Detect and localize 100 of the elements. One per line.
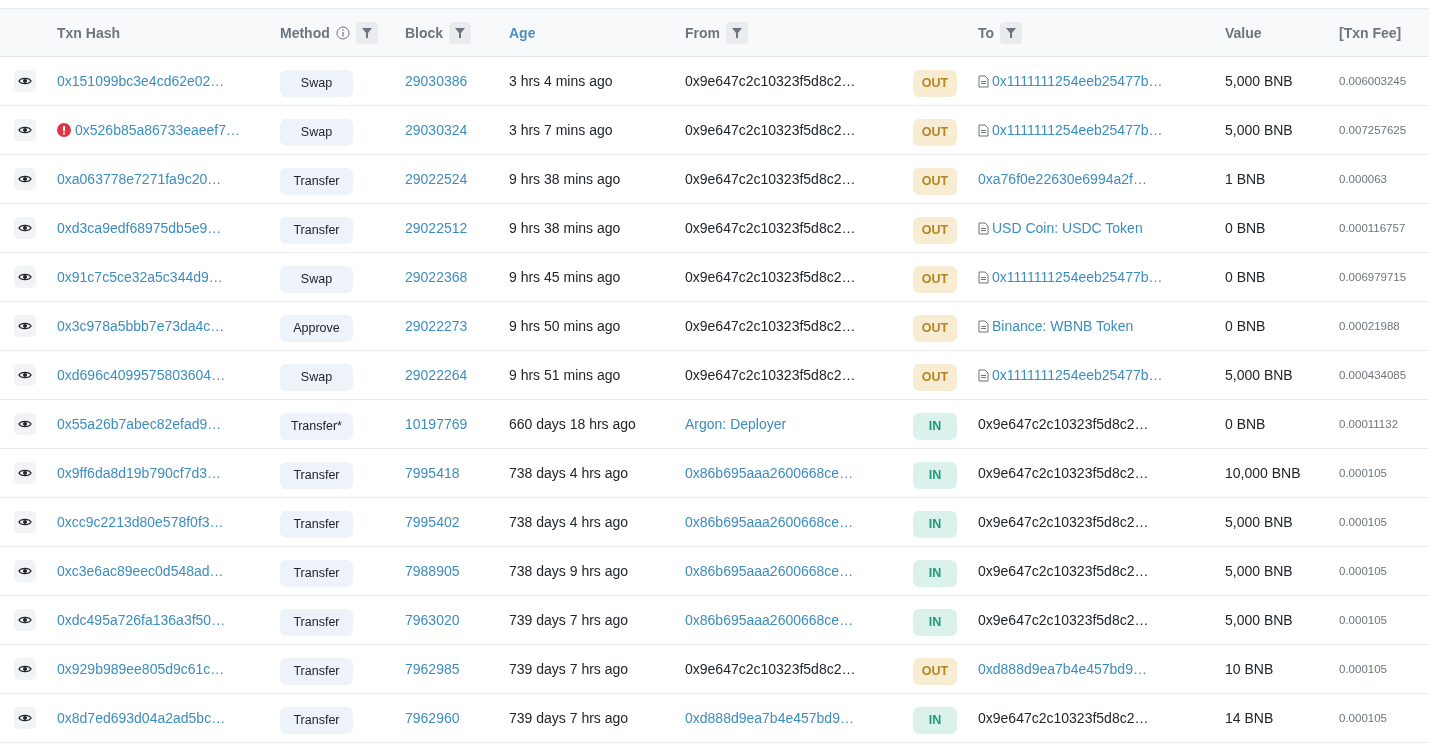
- block-link[interactable]: 29022264: [405, 367, 509, 383]
- eye-icon: [18, 272, 32, 282]
- view-button[interactable]: [14, 217, 36, 239]
- transaction-hash-link[interactable]: 0x8d7ed693d04a2ad5bc…: [57, 710, 226, 726]
- direction-badge: OUT: [913, 167, 957, 195]
- from-address-text: 0x9e647c2c10323f5d8c2…: [685, 220, 857, 236]
- method-badge: Transfer: [280, 510, 353, 538]
- value-text: 0 BNB: [1225, 416, 1267, 432]
- from-address-link[interactable]: 0x86b695aaa2600668ce…: [685, 612, 913, 628]
- fee-text: 0.000116757: [1339, 222, 1407, 234]
- from-address-link[interactable]: 0x86b695aaa2600668ce…: [685, 514, 913, 530]
- filter-button[interactable]: [1000, 21, 1023, 44]
- block-link[interactable]: 29030386: [405, 73, 509, 89]
- from-address-link[interactable]: 0x86b695aaa2600668ce…: [685, 465, 913, 481]
- fee-text: 0.000434085: [1339, 369, 1408, 381]
- fee-text: 0.00021988: [1339, 320, 1401, 332]
- direction-badge: IN: [913, 608, 957, 636]
- block-link[interactable]: 7995402: [405, 514, 509, 530]
- block-link[interactable]: 29030324: [405, 122, 509, 138]
- column-header: Block: [405, 24, 444, 41]
- view-button[interactable]: [14, 511, 36, 533]
- view-button[interactable]: [14, 413, 36, 435]
- transaction-hash-link[interactable]: 0xd696c4099575803604…: [57, 367, 226, 383]
- eye-icon: [18, 125, 32, 135]
- block-link[interactable]: 7988905: [405, 563, 509, 579]
- from-address-link[interactable]: Argon: Deployer: [685, 416, 913, 432]
- block-link[interactable]: 7962985: [405, 661, 509, 677]
- value-text: 5,000 BNB: [1225, 367, 1294, 383]
- to-address-link[interactable]: 0x1111111254eeb25477b…: [992, 122, 1163, 138]
- to-address-link[interactable]: 0x1111111254eeb25477b…: [992, 269, 1163, 285]
- fee-text: 0.000105: [1339, 712, 1388, 724]
- from-address-link[interactable]: 0xd888d9ea7b4e457bd9…: [685, 710, 913, 726]
- to-address-link[interactable]: 0xa76f0e22630e6994a2f…: [978, 171, 1147, 187]
- transaction-hash-link[interactable]: 0x526b85a86733eaeef7…: [75, 122, 241, 138]
- to-address-link[interactable]: 0x1111111254eeb25477b…: [992, 367, 1163, 383]
- from-address-text: 0x9e647c2c10323f5d8c2…: [685, 318, 857, 334]
- column-header: From: [685, 24, 720, 41]
- transaction-hash-link[interactable]: 0xcc9c2213d80e578f0f3…: [57, 514, 224, 530]
- transaction-hash-link[interactable]: 0x55a26b7abec82efad9…: [57, 416, 222, 432]
- block-link[interactable]: 29022273: [405, 318, 509, 334]
- view-button[interactable]: [14, 658, 36, 680]
- block-link[interactable]: 7963020: [405, 612, 509, 628]
- view-button[interactable]: [14, 168, 36, 190]
- view-button[interactable]: [14, 364, 36, 386]
- filter-button[interactable]: [726, 21, 748, 44]
- column-header[interactable]: Age: [509, 24, 536, 41]
- transaction-hash-link[interactable]: 0xdc495a726fa136a3f50…: [57, 612, 226, 628]
- view-button[interactable]: [14, 119, 36, 141]
- method-badge: Swap: [280, 363, 353, 391]
- filter-button[interactable]: [449, 21, 472, 44]
- method-badge: Transfer: [280, 461, 353, 489]
- age-text: 3 hrs 4 mins ago: [509, 73, 614, 89]
- age-text: 738 days 4 hrs ago: [509, 465, 630, 481]
- transaction-hash-link[interactable]: 0xd3ca9edf68975db5e9…: [57, 220, 222, 236]
- view-button[interactable]: [14, 707, 36, 729]
- to-address-link[interactable]: USD Coin: USDC Token: [992, 220, 1143, 236]
- view-button[interactable]: [14, 462, 36, 484]
- block-link[interactable]: 7962960: [405, 710, 509, 726]
- transaction-hash-link[interactable]: 0x91c7c5ce32a5c344d9…: [57, 269, 223, 285]
- direction-badge: IN: [913, 706, 957, 734]
- to-address-text: 0x9e647c2c10323f5d8c2…: [978, 710, 1149, 726]
- from-address-link[interactable]: 0x86b695aaa2600668ce…: [685, 563, 913, 579]
- transaction-hash-link[interactable]: 0x929b989ee805d9c61c…: [57, 661, 225, 677]
- view-button[interactable]: [14, 315, 36, 337]
- method-badge: Transfer: [280, 657, 353, 685]
- to-address-link[interactable]: 0x1111111254eeb25477b…: [992, 73, 1163, 89]
- transaction-hash-link[interactable]: 0xc3e6ac89eec0d548ad…: [57, 563, 224, 579]
- fee-text: 0.000105: [1339, 516, 1388, 528]
- direction-badge: IN: [913, 412, 957, 440]
- block-link[interactable]: 29022368: [405, 269, 509, 285]
- block-link[interactable]: 10197769: [405, 416, 509, 432]
- method-badge: Transfer: [280, 608, 353, 636]
- eye-icon: [18, 370, 32, 380]
- from-address-text: 0x9e647c2c10323f5d8c2…: [685, 269, 857, 285]
- to-address-link[interactable]: Binance: WBNB Token: [992, 318, 1134, 334]
- filter-button[interactable]: [355, 21, 378, 44]
- transaction-hash-link[interactable]: 0x9ff6da8d19b790cf7d3…: [57, 465, 221, 481]
- fee-text: 0.000105: [1339, 565, 1388, 577]
- eye-icon: [18, 713, 32, 723]
- value-text: 0 BNB: [1225, 269, 1267, 285]
- view-button[interactable]: [14, 609, 36, 631]
- fee-text: 0.006979715: [1339, 271, 1408, 283]
- block-link[interactable]: 29022524: [405, 171, 509, 187]
- value-text: 5,000 BNB: [1225, 514, 1294, 530]
- view-button[interactable]: [14, 560, 36, 582]
- to-address-text: 0x9e647c2c10323f5d8c2…: [978, 416, 1149, 432]
- eye-icon: [18, 517, 32, 527]
- transaction-hash-link[interactable]: 0xa063778e7271fa9c20…: [57, 171, 222, 187]
- direction-badge: OUT: [913, 657, 957, 685]
- method-badge: Transfer: [280, 167, 353, 195]
- block-link[interactable]: 29022512: [405, 220, 509, 236]
- transaction-hash-link[interactable]: 0x151099bc3e4cd62e02…: [57, 73, 225, 89]
- to-address-link[interactable]: 0xd888d9ea7b4e457bd9…: [978, 661, 1147, 677]
- view-button[interactable]: [14, 70, 36, 92]
- direction-badge: OUT: [913, 363, 957, 391]
- direction-badge: OUT: [913, 69, 957, 97]
- view-button[interactable]: [14, 266, 36, 288]
- filter-icon: [731, 26, 743, 39]
- transaction-hash-link[interactable]: 0x3c978a5bbb7e73da4c…: [57, 318, 225, 334]
- block-link[interactable]: 7995418: [405, 465, 509, 481]
